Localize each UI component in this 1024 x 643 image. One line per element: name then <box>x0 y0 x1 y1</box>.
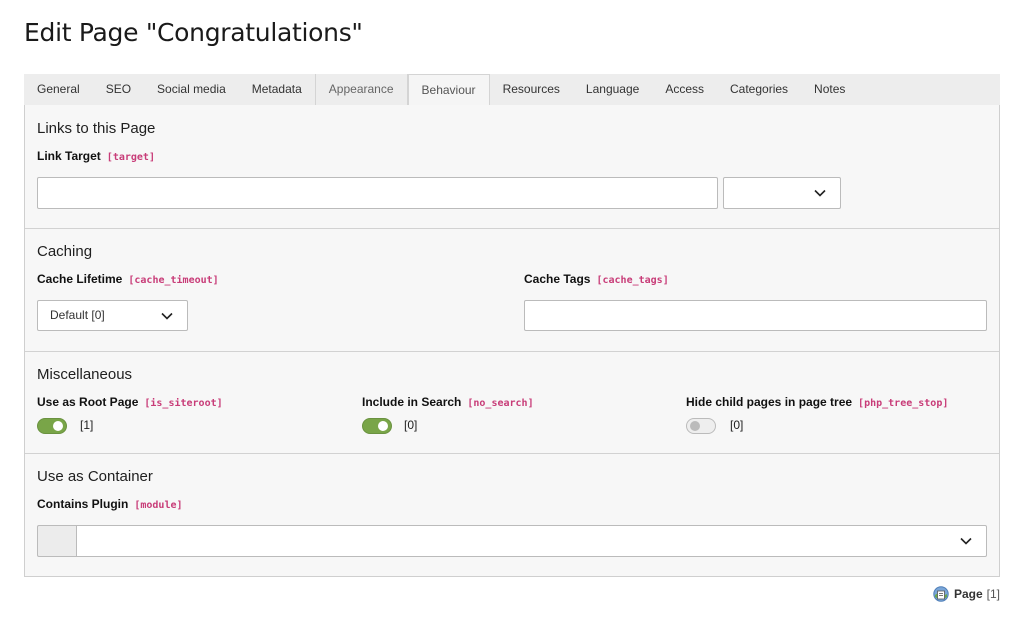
hide-children-value: [0] <box>730 418 744 432</box>
include-search-value: [0] <box>404 418 418 432</box>
include-search-label-text: Include in Search <box>362 395 462 409</box>
toggle-knob <box>378 421 388 431</box>
section-title-container: Use as Container <box>37 468 153 485</box>
section-links: Links to this Page Link Target [target] <box>25 105 999 229</box>
page-title: Edit Page "Congratulations" <box>24 18 363 47</box>
tab-access[interactable]: Access <box>652 74 717 105</box>
tab-metadata[interactable]: Metadata <box>239 74 315 105</box>
include-search-label: Include in Search [no_search] <box>362 395 534 409</box>
tab-social-media[interactable]: Social media <box>144 74 239 105</box>
section-title-links: Links to this Page <box>37 120 156 137</box>
cache-tags-input[interactable] <box>524 300 987 331</box>
contains-plugin-label: Contains Plugin [module] <box>37 497 183 511</box>
section-miscellaneous: Miscellaneous Use as Root Page [is_sitero… <box>25 351 999 454</box>
cache-lifetime-value: Default [0] <box>50 308 105 322</box>
tab-appearance[interactable]: Appearance <box>314 74 408 105</box>
root-page-value: [1] <box>80 418 94 432</box>
section-title-miscellaneous: Miscellaneous <box>37 366 133 383</box>
toggle-knob <box>690 421 700 431</box>
tab-resources[interactable]: Resources <box>490 74 573 105</box>
record-type-label: Page <box>953 587 983 601</box>
tab-panel-behaviour: Links to this Page Link Target [target] C… <box>24 105 1000 577</box>
root-page-toggle[interactable] <box>37 418 67 434</box>
root-page-label: Use as Root Page [is_siteroot] <box>37 395 223 409</box>
link-target-select[interactable] <box>723 177 841 209</box>
cache-lifetime-select[interactable]: Default [0] <box>37 300 188 331</box>
record-info: Page [1] <box>933 586 1000 602</box>
cache-tags-label: Cache Tags [cache_tags] <box>524 272 669 286</box>
hide-children-field-name: [php_tree_stop] <box>858 398 949 409</box>
toggle-knob <box>53 421 63 431</box>
link-target-label: Link Target [target] <box>37 149 155 163</box>
tab-seo[interactable]: SEO <box>93 74 144 105</box>
tab-general[interactable]: General <box>24 74 93 105</box>
contains-plugin-icon-box <box>37 525 77 557</box>
cache-lifetime-label-text: Cache Lifetime <box>37 272 123 286</box>
hide-children-label: Hide child pages in page tree [php_tree_s… <box>686 395 948 409</box>
contains-plugin-label-text: Contains Plugin <box>37 497 129 511</box>
root-page-label-text: Use as Root Page <box>37 395 139 409</box>
hide-children-toggle[interactable] <box>686 418 716 434</box>
section-caching: Caching Cache Lifetime [cache_timeout] De… <box>25 228 999 352</box>
contains-plugin-select[interactable] <box>76 525 987 557</box>
record-id: [1] <box>986 587 1000 601</box>
hide-children-label-text: Hide child pages in page tree <box>686 395 853 409</box>
cache-tags-label-text: Cache Tags <box>524 272 591 286</box>
page-icon <box>933 586 949 602</box>
tab-categories[interactable]: Categories <box>717 74 801 105</box>
root-page-field-name: [is_siteroot] <box>144 398 223 409</box>
tab-language[interactable]: Language <box>573 74 652 105</box>
tab-behaviour[interactable]: Behaviour <box>407 74 490 106</box>
chevron-down-icon <box>814 189 826 197</box>
include-search-toggle[interactable] <box>362 418 392 434</box>
tab-bar: General SEO Social media Metadata Appear… <box>24 74 1000 106</box>
include-search-field-name: [no_search] <box>467 398 534 409</box>
link-target-field-name: [target] <box>106 152 155 163</box>
link-target-label-text: Link Target <box>37 149 101 163</box>
chevron-down-icon <box>161 312 173 320</box>
chevron-down-icon <box>960 537 972 545</box>
section-title-caching: Caching <box>37 243 93 260</box>
section-container: Use as Container Contains Plugin [module] <box>25 453 999 576</box>
cache-tags-field-name: [cache_tags] <box>596 275 669 286</box>
cache-lifetime-label: Cache Lifetime [cache_timeout] <box>37 272 219 286</box>
contains-plugin-field-name: [module] <box>134 500 183 511</box>
link-target-input[interactable] <box>37 177 718 209</box>
cache-lifetime-field-name: [cache_timeout] <box>128 275 219 286</box>
tab-notes[interactable]: Notes <box>801 74 858 105</box>
